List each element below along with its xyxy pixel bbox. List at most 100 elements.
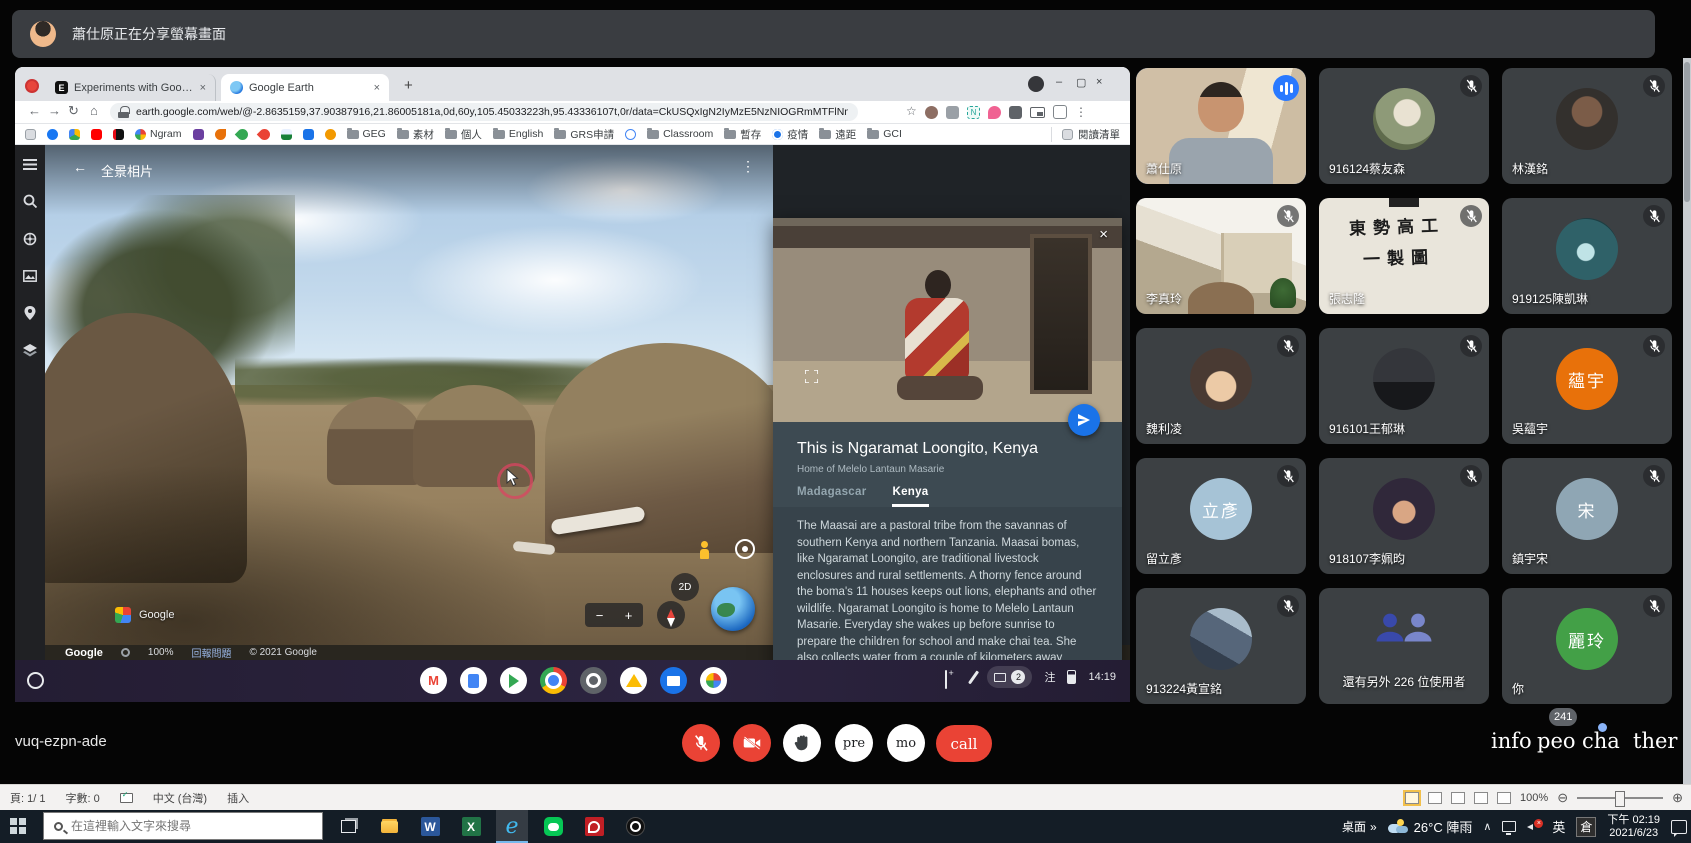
action-center-icon[interactable] [1671, 820, 1687, 834]
taskbar-search[interactable] [43, 812, 323, 840]
launcher-icon[interactable] [27, 672, 44, 689]
tab-experiments[interactable]: E Experiments with Google × [46, 74, 216, 101]
feedback-link[interactable]: 回報問題 [191, 645, 231, 660]
reading-list-button[interactable]: 閱讀清單 [1051, 127, 1120, 142]
read-mode-view-button[interactable] [1405, 792, 1419, 804]
outline-view-button[interactable] [1474, 792, 1488, 804]
voyager-icon[interactable] [23, 232, 37, 246]
play-app-icon[interactable] [500, 667, 527, 694]
drive-app-icon[interactable] [620, 667, 647, 694]
screen-capture-icon[interactable] [945, 671, 960, 684]
bookmark-icon[interactable] [25, 129, 36, 140]
zoom-slider-knob[interactable] [1615, 791, 1625, 807]
extension-icon[interactable] [946, 106, 959, 119]
chat-button[interactable]: cha [1582, 729, 1620, 753]
speaker-muted-icon[interactable] [1527, 821, 1541, 833]
street-view-panorama[interactable]: ← 全景相片 ⋮ 2D −+ Google [45, 145, 773, 645]
line-taskbar-icon[interactable] [537, 810, 569, 843]
network-icon[interactable] [1502, 821, 1516, 832]
chrome-app-icon[interactable] [540, 667, 567, 694]
windows-start-icon[interactable] [10, 818, 26, 834]
maximize-window-icon[interactable]: ▢ [1076, 76, 1086, 89]
search-input[interactable] [69, 818, 293, 834]
participant-tile[interactable]: 蕭仕原 [1136, 68, 1306, 184]
bookmark-star-icon[interactable]: ☆ [906, 104, 917, 118]
mic-toggle-button[interactable] [682, 724, 720, 762]
bookmark-item[interactable]: 暫存 [724, 127, 761, 142]
taskbar-clock[interactable]: 下午 02:192021/6/23 [1607, 814, 1660, 840]
extension-icon[interactable] [925, 106, 938, 119]
excel-taskbar-icon[interactable] [455, 810, 487, 843]
scrollbar[interactable] [1683, 58, 1691, 786]
more-options-icon[interactable]: ⋮ [741, 158, 755, 175]
extensions-puzzle-icon[interactable] [1053, 105, 1067, 119]
bookmark-item[interactable]: English [493, 128, 543, 140]
word-page-indicator[interactable]: 頁: 1/ 1 [10, 790, 45, 806]
extension-icon[interactable]: N [967, 106, 980, 119]
ime-mode-box[interactable]: 倉 [1576, 817, 1596, 837]
close-card-icon[interactable]: × [1099, 226, 1108, 243]
participant-tile[interactable]: 魏利凌 [1136, 328, 1306, 444]
layers-icon[interactable] [23, 344, 37, 357]
bookmark-item[interactable]: 遠距 [819, 127, 856, 142]
browser-profile-avatar[interactable] [1028, 76, 1044, 92]
participant-tile[interactable]: 東勢高工一製圖張志隆 [1319, 198, 1489, 314]
bookmark-icon[interactable] [215, 129, 226, 140]
close-tab-icon[interactable]: × [374, 82, 380, 94]
share-button[interactable] [1068, 404, 1100, 436]
search-icon[interactable] [23, 194, 37, 208]
participant-tile[interactable]: 李真玲 [1136, 198, 1306, 314]
globe-view-button[interactable] [711, 587, 755, 631]
bookmark-item[interactable]: GCI [867, 128, 902, 140]
keyboard-language[interactable]: 英 [1552, 817, 1565, 836]
participant-tile[interactable]: 宋鎮宇宋 [1502, 458, 1672, 574]
participant-tile[interactable]: 立彥留立彥 [1136, 458, 1306, 574]
participant-tile[interactable]: 還有另外 226 位使用者 [1319, 588, 1489, 704]
bookmark-icon[interactable] [281, 129, 292, 140]
hidden-icons-chevron[interactable]: ∧ [1483, 820, 1491, 833]
bookmark-icon[interactable] [625, 129, 636, 140]
taskview-taskbar-icon[interactable] [332, 810, 364, 843]
bookmark-icon[interactable] [113, 129, 124, 140]
fullscreen-icon[interactable] [805, 370, 818, 383]
close-window-icon[interactable]: × [1096, 76, 1102, 88]
participant-tile[interactable]: 916124蔡友森 [1319, 68, 1489, 184]
ie-taskbar-icon[interactable] [496, 810, 528, 843]
reload-icon[interactable]: ↻ [68, 103, 79, 119]
photos-icon[interactable] [23, 270, 37, 282]
zoom-control[interactable]: −+ [585, 603, 643, 627]
bookmark-item[interactable]: 個人 [445, 127, 482, 142]
bookmark-icon[interactable] [237, 129, 248, 140]
zoom-out-icon[interactable]: − [596, 608, 604, 623]
compass-icon[interactable] [657, 601, 685, 629]
zoom-in-button[interactable]: ⊕ [1672, 790, 1683, 806]
bookmark-icon[interactable] [47, 129, 58, 140]
tab-kenya[interactable]: Kenya [892, 486, 928, 507]
bookmark-item[interactable]: GRS申請 [554, 127, 614, 142]
shelf-clock[interactable]: 14:19 [1088, 671, 1116, 683]
participant-tile[interactable]: 918107李姵昀 [1319, 458, 1489, 574]
desktop-toolbar[interactable]: 桌面» [1342, 818, 1377, 835]
obs-taskbar-icon[interactable] [619, 810, 651, 843]
bookmark-icon[interactable] [259, 129, 270, 140]
extension-icon[interactable] [1009, 106, 1022, 119]
extension-icon[interactable] [988, 106, 1001, 119]
bookmark-item[interactable]: GEG [347, 128, 386, 140]
camera-toggle-button[interactable] [733, 724, 771, 762]
participant-tile[interactable]: 麗玲你 [1502, 588, 1672, 704]
present-button[interactable]: pre [835, 724, 873, 762]
word-taskbar-icon[interactable] [414, 810, 446, 843]
gmail-app-icon[interactable] [420, 667, 447, 694]
zoom-in-icon[interactable]: + [625, 608, 633, 623]
participant-tile[interactable]: 蘊宇吳蘊宇 [1502, 328, 1672, 444]
bookmark-icon[interactable] [303, 129, 314, 140]
window-switcher[interactable]: 2 [987, 666, 1032, 688]
back-icon[interactable]: ← [28, 103, 41, 118]
bookmark-icon[interactable] [325, 129, 336, 140]
browser-menu-icon[interactable]: ⋮ [1075, 106, 1087, 118]
more-options-button[interactable]: mo [887, 724, 925, 762]
people-button[interactable]: peo [1537, 729, 1576, 753]
photos-app-icon[interactable] [700, 667, 727, 694]
participant-tile[interactable]: 林漢銘 [1502, 68, 1672, 184]
minimize-window-icon[interactable]: – [1056, 76, 1062, 88]
